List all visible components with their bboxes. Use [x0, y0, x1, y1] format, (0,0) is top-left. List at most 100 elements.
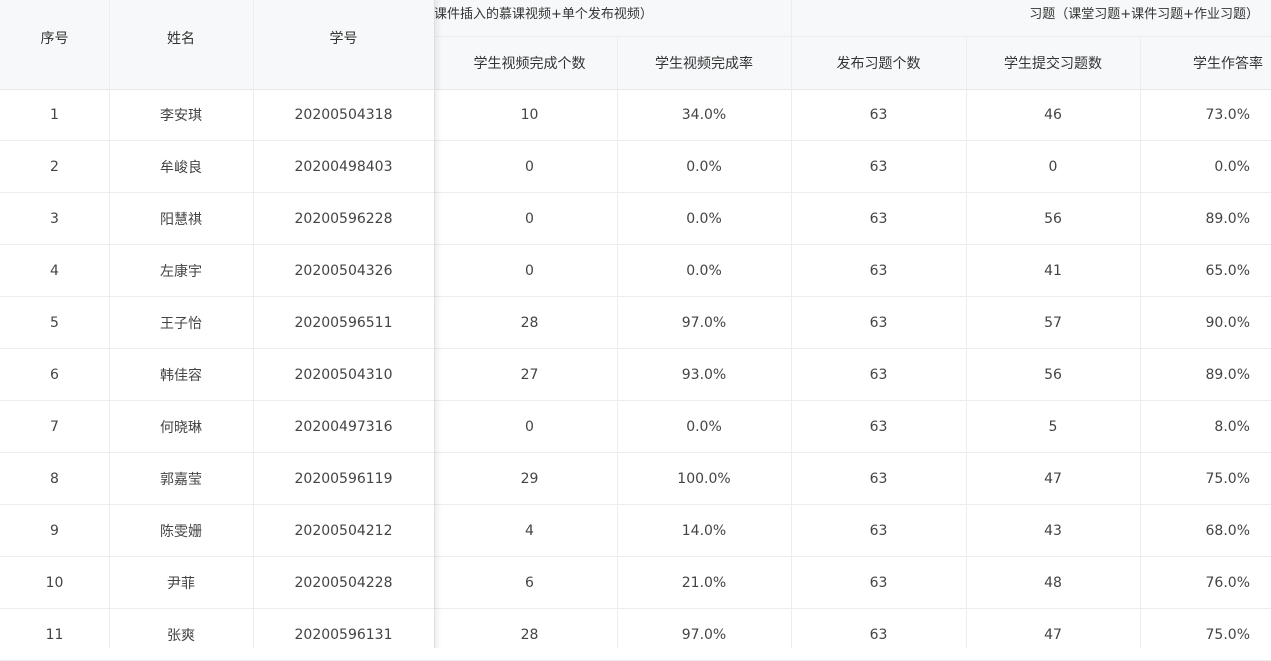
cell-name: 陈雯姗 [160, 524, 202, 540]
cell-video-count: 28 [520, 627, 539, 643]
cell-submit-count: 0 [1048, 159, 1058, 175]
cell-video-rate: 14.0% [681, 523, 727, 539]
cell-publish-count: 63 [869, 471, 888, 487]
cell-answer-rate: 73.0% [1205, 107, 1250, 123]
cell-name: 何晓琳 [160, 420, 202, 436]
cell-publish-count: 63 [869, 575, 888, 591]
cell-video-count: 0 [525, 263, 534, 279]
cell-index: 4 [50, 263, 59, 279]
cell-video-rate: 0.0% [686, 263, 722, 279]
header-submit-count[interactable]: 学生提交习题数 [966, 37, 1140, 89]
cell-student-id: 20200504326 [294, 263, 393, 279]
cell-name: 张爽 [167, 628, 195, 644]
frozen-column-shadow [434, 0, 442, 648]
cell-index: 3 [50, 211, 59, 227]
cell-publish-count: 63 [869, 211, 888, 227]
cell-name: 韩佳容 [160, 368, 202, 384]
table-row[interactable]: 3 阳慧祺 20200596228 0 0.0% 63 56 89.0% [0, 193, 1271, 245]
cell-submit-count: 47 [1044, 627, 1062, 643]
cell-answer-rate: 75.0% [1205, 471, 1250, 487]
cell-student-id: 20200498403 [294, 159, 393, 175]
table-row[interactable]: 7 何晓琳 20200497316 0 0.0% 63 5 8.0% [0, 401, 1271, 453]
table-row[interactable]: 5 王子怡 20200596511 28 97.0% 63 57 90.0% [0, 297, 1271, 349]
cell-answer-rate: 68.0% [1205, 523, 1250, 539]
cell-submit-count: 56 [1044, 211, 1062, 227]
cell-video-count: 28 [520, 315, 539, 331]
cell-student-id: 20200504212 [294, 523, 393, 539]
cell-video-rate: 34.0% [681, 107, 727, 123]
cell-submit-count: 43 [1044, 523, 1062, 539]
cell-student-id: 20200596131 [294, 627, 393, 643]
cell-answer-rate: 0.0% [1214, 159, 1250, 175]
cell-video-rate: 0.0% [686, 211, 722, 227]
cell-student-id: 20200497316 [294, 419, 393, 435]
cell-submit-count: 47 [1044, 471, 1062, 487]
cell-student-id: 20200504310 [294, 367, 393, 383]
cell-index: 5 [50, 315, 59, 331]
cell-answer-rate: 8.0% [1214, 419, 1250, 435]
cell-answer-rate: 89.0% [1205, 367, 1250, 383]
cell-index: 10 [45, 575, 64, 591]
cell-publish-count: 63 [869, 523, 888, 539]
cell-answer-rate: 65.0% [1205, 263, 1250, 279]
cell-student-id: 20200504228 [294, 575, 393, 591]
cell-submit-count: 57 [1044, 315, 1062, 331]
header-answer-rate[interactable]: 学生作答率 [1140, 37, 1271, 89]
cell-submit-count: 56 [1044, 367, 1062, 383]
table-row[interactable]: 4 左康宇 20200504326 0 0.0% 63 41 65.0% [0, 245, 1271, 297]
table-row[interactable]: 11 张爽 20200596131 28 97.0% 63 47 75.0% [0, 609, 1271, 661]
cell-video-rate: 97.0% [681, 315, 727, 331]
table-row[interactable]: 9 陈雯姗 20200504212 4 14.0% 63 43 68.0% [0, 505, 1271, 557]
cell-video-rate: 100.0% [677, 471, 731, 487]
header-index[interactable]: 序号 [0, 0, 109, 76]
cell-submit-count: 41 [1044, 263, 1062, 279]
cell-video-count: 6 [525, 575, 534, 591]
cell-index: 1 [50, 107, 59, 123]
cell-student-id: 20200504318 [294, 107, 393, 123]
cell-name: 王子怡 [160, 316, 202, 332]
cell-video-count: 0 [525, 159, 534, 175]
cell-submit-count: 46 [1044, 107, 1062, 123]
header-video-rate[interactable]: 学生视频完成率 [617, 37, 791, 89]
cell-student-id: 20200596511 [294, 315, 393, 331]
cell-index: 2 [50, 159, 59, 175]
cell-video-rate: 93.0% [681, 367, 727, 383]
table-row[interactable]: 8 郭嘉莹 20200596119 29 100.0% 63 47 75.0% [0, 453, 1271, 505]
cell-publish-count: 63 [869, 419, 888, 435]
cell-submit-count: 5 [1048, 419, 1058, 435]
cell-submit-count: 48 [1044, 575, 1062, 591]
cell-publish-count: 63 [869, 107, 888, 123]
cell-name: 左康宇 [160, 264, 202, 280]
cell-video-rate: 0.0% [686, 159, 722, 175]
header-student-id[interactable]: 学号 [253, 0, 434, 76]
cell-name: 李安琪 [160, 108, 202, 124]
cell-name: 尹菲 [167, 576, 195, 592]
table-row[interactable]: 2 牟峻良 20200498403 0 0.0% 63 0 0.0% [0, 141, 1271, 193]
cell-publish-count: 63 [869, 315, 888, 331]
header-group-exercise: 习题（课堂习题+课件习题+作业习题） [1029, 6, 1259, 22]
cell-publish-count: 63 [869, 627, 888, 643]
header-publish-count[interactable]: 发布习题个数 [791, 37, 966, 89]
cell-video-count: 0 [525, 211, 534, 227]
cell-video-rate: 21.0% [681, 575, 727, 591]
header-divider [434, 36, 1271, 37]
cell-answer-rate: 75.0% [1205, 627, 1250, 643]
cell-answer-rate: 89.0% [1205, 211, 1250, 227]
cell-publish-count: 63 [869, 159, 888, 175]
table-row[interactable]: 1 李安琪 20200504318 10 34.0% 63 46 73.0% [0, 89, 1271, 141]
cell-video-rate: 97.0% [681, 627, 727, 643]
cell-video-count: 27 [520, 367, 539, 383]
cell-video-count: 4 [525, 523, 534, 539]
cell-student-id: 20200596119 [294, 471, 393, 487]
table-row[interactable]: 10 尹菲 20200504228 6 21.0% 63 48 76.0% [0, 557, 1271, 609]
cell-answer-rate: 76.0% [1205, 575, 1250, 591]
cell-video-rate: 0.0% [686, 419, 722, 435]
table-row[interactable]: 6 韩佳容 20200504310 27 93.0% 63 56 89.0% [0, 349, 1271, 401]
cell-index: 9 [50, 523, 59, 539]
cell-name: 阳慧祺 [160, 212, 202, 228]
header-name[interactable]: 姓名 [109, 0, 253, 76]
cell-name: 牟峻良 [160, 160, 202, 176]
header-video-count[interactable]: 学生视频完成个数 [442, 37, 617, 89]
cell-answer-rate: 90.0% [1205, 315, 1250, 331]
cell-publish-count: 63 [869, 367, 888, 383]
